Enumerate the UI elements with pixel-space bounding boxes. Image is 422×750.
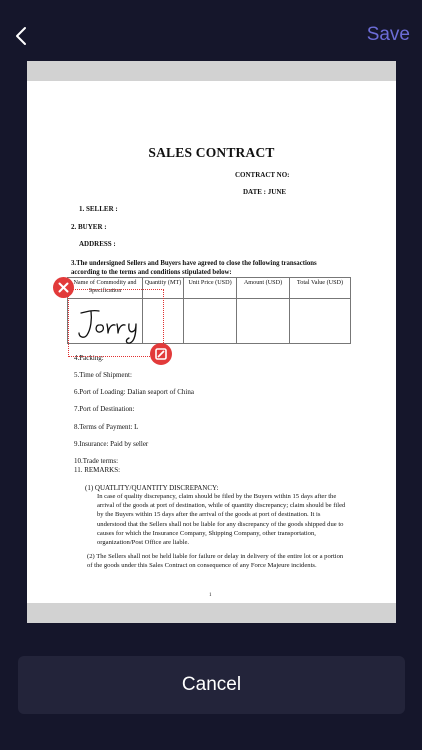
contract-no-label: CONTRACT NO: (235, 171, 290, 179)
resize-signature-button[interactable] (150, 343, 172, 365)
signature-drawing[interactable] (75, 305, 157, 345)
table-header-cell: Unit Price (USD) (183, 277, 237, 299)
payment-terms-label: 8.Terms of Payment: L (74, 423, 139, 431)
table-cell (236, 298, 290, 344)
seller-label: 1. SELLER : (79, 205, 118, 213)
document-preview: SALES CONTRACT CONTRACT NO: DATE : JUNE … (27, 61, 396, 623)
clause-3-line-2: according to the terms and conditions st… (71, 269, 232, 276)
remark-1-title: (1) QUATLITY/QUANTITY DISCREPANCY: (85, 484, 219, 492)
buyer-label: 2. BUYER : (71, 223, 107, 231)
delete-icon (58, 282, 69, 293)
insurance-label: 9.Insurance: Paid by seller (74, 440, 149, 448)
back-chevron-icon (16, 27, 26, 45)
back-button[interactable] (8, 20, 36, 52)
table-header-cell: Amount (USD) (236, 277, 290, 299)
save-button[interactable]: Save (367, 24, 410, 46)
remarks-heading: 11. REMARKS: (74, 466, 121, 474)
resize-icon (155, 348, 167, 360)
date-label: DATE : JUNE (243, 188, 287, 196)
table-header-cell: Total Value (USD) (289, 277, 351, 299)
delete-signature-button[interactable] (53, 277, 74, 298)
table-cell (183, 298, 237, 344)
clause-3-line-1: 3.The undersigned Sellers and Buyers hav… (71, 260, 317, 267)
document-title: SALES CONTRACT (148, 145, 275, 160)
remark-2: (2) The Sellers shall not be held liable… (87, 553, 344, 570)
port-loading-label: 6.Port of Loading: Dalian seaport of Chi… (74, 388, 194, 396)
cancel-button[interactable]: Cancel (18, 656, 405, 714)
table-cell (289, 298, 351, 344)
document-page: SALES CONTRACT CONTRACT NO: DATE : JUNE … (27, 81, 396, 603)
page-number: 1 (209, 593, 212, 598)
trade-terms-label: 10.Trade terms: (74, 457, 119, 465)
port-destination-label: 7.Port of Destination: (74, 405, 135, 413)
shipment-label: 5.Time of Shipment: (74, 371, 132, 379)
address-label: ADDRESS : (79, 240, 116, 248)
remark-1-body: In case of quality discrepancy, claim sh… (97, 493, 346, 547)
top-bar: Save (0, 0, 422, 60)
